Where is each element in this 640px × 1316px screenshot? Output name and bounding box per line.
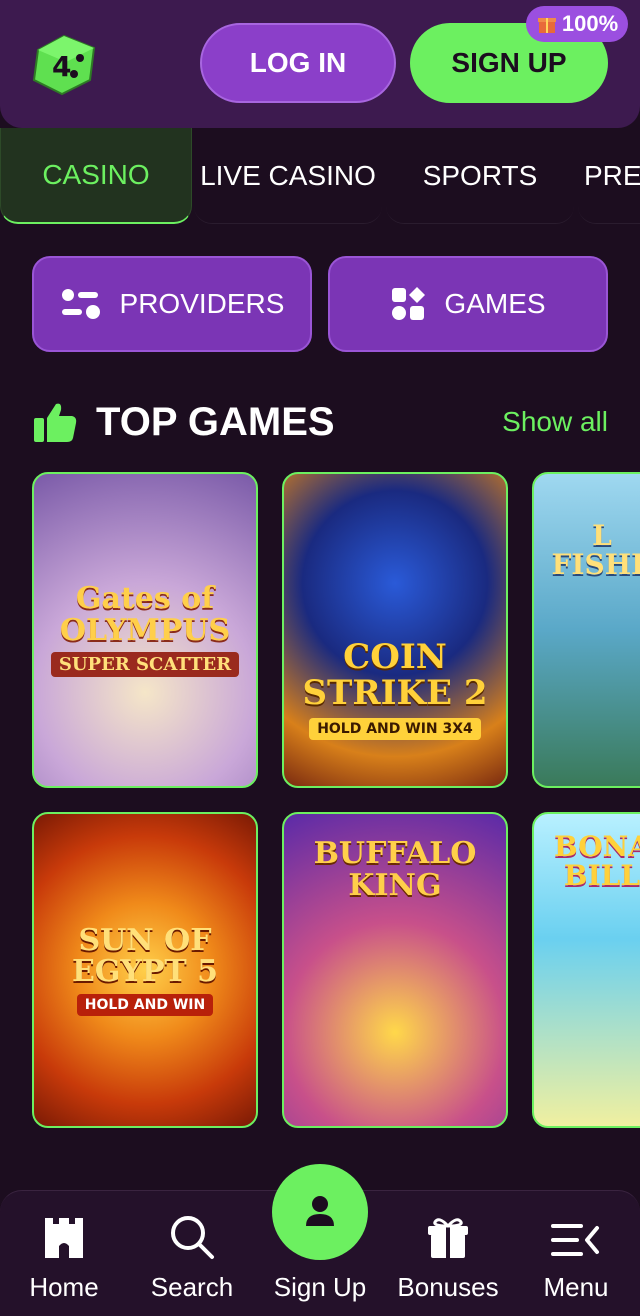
- nav-bonuses-label: Bonuses: [397, 1272, 499, 1302]
- section-title: TOP GAMES: [96, 400, 335, 444]
- tab-live-casino[interactable]: LIVE CASINO: [194, 128, 382, 224]
- nav-search[interactable]: Search: [128, 1191, 256, 1316]
- svg-text:4: 4: [52, 50, 71, 83]
- nav-bonuses[interactable]: Bonuses: [384, 1191, 512, 1316]
- game-tile-fisherman[interactable]: L FISHE: [532, 472, 640, 788]
- providers-button[interactable]: PROVIDERS: [32, 256, 312, 352]
- user-icon: [306, 1196, 334, 1226]
- game-subtitle: SUPER SCATTER: [50, 652, 240, 677]
- bonus-badge: 100%: [526, 6, 628, 42]
- bonus-badge-text: 100%: [561, 11, 619, 36]
- nav-signup-label: Sign Up: [273, 1272, 367, 1302]
- tab-predictions[interactable]: PRED: [578, 128, 640, 224]
- gift-icon: [537, 18, 556, 33]
- nav-home[interactable]: Home: [0, 1191, 128, 1316]
- game-title: COIN STRIKE 2: [302, 637, 488, 713]
- game-tile-buffalo-king[interactable]: BUFFALO KING: [282, 812, 508, 1128]
- castle-icon: [45, 1218, 83, 1258]
- signup-fab-button[interactable]: [272, 1164, 368, 1260]
- games-label: GAMES: [444, 288, 546, 319]
- nav-menu-label: Menu: [543, 1272, 609, 1302]
- games-button[interactable]: GAMES: [328, 256, 608, 352]
- show-all-link[interactable]: Show all: [502, 406, 608, 438]
- providers-label: PROVIDERS: [119, 288, 285, 319]
- login-button[interactable]: LOG IN: [200, 23, 396, 103]
- top-header: 4 LOG IN SIGN UP 100%: [0, 0, 640, 128]
- game-title: BONA BILL: [554, 830, 640, 893]
- game-subtitle: HOLD AND WIN: [76, 993, 214, 1016]
- category-tabs: CASINO LIVE CASINO SPORTS PRED: [0, 128, 640, 224]
- search-icon: [171, 1216, 214, 1259]
- gift-icon: [428, 1218, 468, 1258]
- game-tile-sun-of-egypt-5[interactable]: SUN OF EGYPT 5 HOLD AND WIN: [32, 812, 258, 1128]
- game-title: SUN OF EGYPT 5: [71, 922, 219, 989]
- game-tile-coin-strike-2[interactable]: COIN STRIKE 2 HOLD AND WIN 3X4: [282, 472, 508, 788]
- games-icon: [392, 287, 426, 320]
- game-title: Gates of OLYMPUS: [59, 581, 231, 648]
- menu-icon: [551, 1224, 599, 1256]
- tab-sports[interactable]: SPORTS: [386, 128, 574, 224]
- providers-icon: [61, 289, 100, 319]
- dice-logo-icon[interactable]: 4: [28, 28, 100, 100]
- nav-home-label: Home: [29, 1272, 99, 1302]
- nav-search-label: Search: [150, 1272, 234, 1302]
- thumbs-up-icon: [34, 403, 77, 442]
- game-tile-gates-of-olympus[interactable]: Gates of OLYMPUS SUPER SCATTER: [32, 472, 258, 788]
- game-title: L FISHE: [551, 518, 640, 581]
- game-title: BUFFALO KING: [313, 836, 477, 903]
- game-tile-bonanza-billion[interactable]: BONA BILL: [532, 812, 640, 1128]
- game-subtitle: HOLD AND WIN 3X4: [309, 717, 481, 740]
- tab-casino[interactable]: CASINO: [0, 128, 192, 224]
- nav-menu[interactable]: Menu: [512, 1191, 640, 1316]
